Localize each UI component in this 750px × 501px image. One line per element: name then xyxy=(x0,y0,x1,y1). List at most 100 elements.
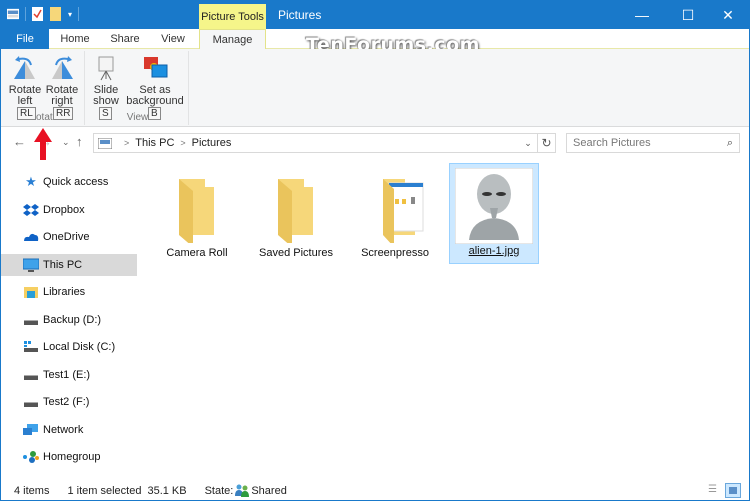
recent-locations-button[interactable]: ⌄ xyxy=(62,137,70,148)
sidebar-item-label: This PC xyxy=(43,259,83,271)
slide-show-button[interactable]: Slide show xyxy=(91,55,121,107)
system-drive-icon xyxy=(24,341,38,352)
star-icon: ★ xyxy=(25,174,37,189)
set-background-icon xyxy=(144,57,168,78)
details-view-button[interactable]: ☰ xyxy=(708,483,722,497)
sidebar-item-network[interactable]: Network xyxy=(1,419,137,441)
search-icon: ⌕ xyxy=(726,136,733,149)
close-button[interactable]: ✕ xyxy=(705,1,750,29)
sidebar-item-label: Backup (D:) xyxy=(43,314,102,326)
rotate-right-button[interactable]: Rotate right xyxy=(44,55,80,107)
file-list: Camera Roll Saved Pictures Screenpresso … xyxy=(138,161,749,477)
annotation-arrow-icon xyxy=(34,128,52,160)
status-item-count: 4 items xyxy=(14,484,50,497)
rotate-left-label-2: left xyxy=(17,95,33,107)
keytip-rl: RL xyxy=(17,107,36,120)
view-switcher: ☰ xyxy=(708,483,741,498)
slide-show-label-2: show xyxy=(93,95,119,107)
tab-manage[interactable]: Manage xyxy=(199,29,266,50)
file-item-screenpresso[interactable]: Screenpresso xyxy=(350,165,440,265)
status-state-label: State: xyxy=(204,484,234,497)
file-name: Camera Roll xyxy=(166,247,228,259)
navigation-pane: ★ Quick access Dropbox OneDrive This PC … xyxy=(1,161,137,477)
computer-icon xyxy=(23,258,39,272)
dropbox-icon xyxy=(23,204,39,216)
set-as-background-label-2: background xyxy=(126,95,184,107)
breadcrumb-this-pc[interactable]: This PC xyxy=(135,137,174,149)
ribbon-group-view: Slide show Set as background View S B xyxy=(87,51,189,125)
folder-preview-icon xyxy=(383,179,424,247)
tab-file[interactable]: File xyxy=(1,29,49,49)
status-size: 35.1 KB xyxy=(147,484,187,497)
refresh-button[interactable]: ↻ xyxy=(537,134,555,152)
sidebar-item-this-pc[interactable]: This PC xyxy=(1,254,137,276)
quick-access-toolbar: ▾ xyxy=(7,7,80,21)
ribbon-group-rotate: Rotate left Rotate right Rotate RL RR xyxy=(3,51,85,125)
keytip-rr: RR xyxy=(53,107,74,120)
sidebar-item-test1-e[interactable]: Test1 (E:) xyxy=(1,364,137,386)
tab-home[interactable]: Home xyxy=(53,29,97,49)
keytip-s: S xyxy=(99,107,112,120)
file-name: Saved Pictures xyxy=(259,247,333,259)
window-title: Pictures xyxy=(278,8,322,22)
sidebar-item-dropbox[interactable]: Dropbox xyxy=(1,199,137,221)
status-state-value: Shared xyxy=(251,484,287,497)
drive-icon xyxy=(24,375,38,380)
cloud-icon xyxy=(24,233,39,241)
back-button[interactable]: ← xyxy=(13,134,26,149)
minimize-button[interactable]: — xyxy=(619,1,665,29)
picture-tools-header: Picture Tools xyxy=(199,4,266,29)
status-bar: 4 items 1 item selected 35.1 KB State: S… xyxy=(1,480,749,501)
sidebar-item-test2-f[interactable]: Test2 (F:) xyxy=(1,391,137,413)
large-icons-view-button[interactable] xyxy=(725,483,741,498)
drive-icon xyxy=(24,320,38,325)
keytip-b: B xyxy=(148,107,161,120)
sidebar-item-label: Homegroup xyxy=(43,451,101,463)
sidebar-item-label: Quick access xyxy=(43,176,109,188)
tab-view[interactable]: View xyxy=(151,29,195,49)
rotate-left-icon xyxy=(14,56,35,79)
drive-icon xyxy=(24,402,38,407)
set-as-background-button[interactable]: Set as background xyxy=(125,55,185,107)
app-icon[interactable] xyxy=(7,7,19,21)
ribbon: Rotate left Rotate right Rotate RL RR Sl… xyxy=(1,49,749,127)
image-thumbnail xyxy=(454,167,534,245)
file-item-saved-pictures[interactable]: Saved Pictures xyxy=(251,165,341,265)
address-bar[interactable]: > This PC > Pictures ⌄ ↻ xyxy=(93,133,556,153)
file-item-alien-1-jpg[interactable]: alien-1.jpg xyxy=(449,163,539,264)
navigation-bar: ← → ⌄ ↑ > This PC > Pictures ⌄ ↻ Search … xyxy=(1,128,749,156)
sidebar-item-local-disk-c[interactable]: Local Disk (C:) xyxy=(1,336,137,358)
rotate-left-button[interactable]: Rotate left xyxy=(7,55,43,107)
tab-share[interactable]: Share xyxy=(103,29,147,49)
qat-separator xyxy=(78,7,80,21)
qat-separator xyxy=(25,7,26,21)
shared-users-icon xyxy=(235,484,250,497)
search-input[interactable]: Search Pictures ⌕ xyxy=(566,133,740,153)
new-folder-icon[interactable] xyxy=(50,7,62,21)
sidebar-item-label: Test1 (E:) xyxy=(43,369,91,381)
sidebar-item-onedrive[interactable]: OneDrive xyxy=(1,226,137,248)
explorer-window: ▾ Picture Tools Pictures — ☐ ✕ File Home… xyxy=(0,0,750,501)
sidebar-item-label: Network xyxy=(43,424,84,436)
sidebar-item-quick-access[interactable]: ★ Quick access xyxy=(1,171,137,193)
file-name: Screenpresso xyxy=(361,247,429,259)
sidebar-item-label: Local Disk (C:) xyxy=(43,341,116,353)
breadcrumb-pictures[interactable]: Pictures xyxy=(192,137,232,149)
network-icon xyxy=(23,424,38,435)
customize-qat-icon[interactable]: ▾ xyxy=(68,10,72,19)
address-dropdown-button[interactable]: ⌄ xyxy=(519,138,537,149)
homegroup-icon xyxy=(23,451,39,463)
sidebar-item-label: Libraries xyxy=(43,286,86,298)
breadcrumb-separator: > xyxy=(124,138,130,148)
sidebar-item-libraries[interactable]: Libraries xyxy=(1,281,137,303)
up-button[interactable]: ↑ xyxy=(76,134,83,149)
slideshow-icon xyxy=(98,56,114,81)
address-actions: ⌄ ↻ xyxy=(519,134,555,152)
sidebar-item-label: OneDrive xyxy=(43,231,90,243)
properties-icon[interactable] xyxy=(32,7,44,21)
sidebar-item-label: Dropbox xyxy=(43,204,85,216)
file-item-camera-roll[interactable]: Camera Roll xyxy=(152,165,242,265)
sidebar-item-backup-d[interactable]: Backup (D:) xyxy=(1,309,137,331)
status-selection: 1 item selected xyxy=(67,484,142,497)
sidebar-item-homegroup[interactable]: Homegroup xyxy=(1,446,137,468)
